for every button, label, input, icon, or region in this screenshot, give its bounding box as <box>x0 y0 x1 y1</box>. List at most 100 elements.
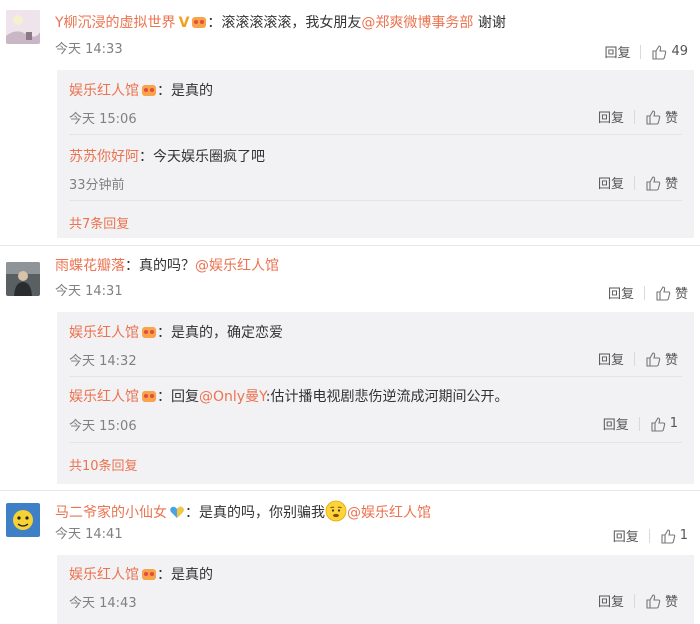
more-replies-link[interactable]: 共7条回复 <box>69 213 129 232</box>
comment-time: 今天 14:31 <box>55 284 123 299</box>
like-count: 49 <box>671 44 688 59</box>
fan-badge-icon <box>142 85 156 96</box>
action-divider <box>640 44 642 59</box>
comment-actions: 回复 1 <box>613 526 688 545</box>
reply-item: 娱乐红人馆 ：是真的 今天 15:06 回复 赞 <box>57 70 694 132</box>
fan-badge-icon <box>142 569 156 580</box>
reply-button[interactable]: 回复 <box>598 107 624 126</box>
comment-actions: 回复 赞 <box>608 283 688 302</box>
comment-text-after: 谢谢 <box>473 15 506 31</box>
like-button[interactable]: 赞 <box>645 591 678 610</box>
comment-username[interactable]: 马二爷家的小仙女 <box>55 505 167 521</box>
reply-actions: 回复 1 <box>603 414 678 433</box>
reply-item: 苏苏你好阿：今天娱乐圈疯了吧 33分钟前 回复 赞 <box>57 136 694 198</box>
avatar-image <box>6 262 40 296</box>
like-button[interactable]: 赞 <box>645 349 678 368</box>
action-divider <box>638 416 640 431</box>
reply-time: 今天 14:43 <box>69 596 137 611</box>
more-replies-link[interactable]: 共10条回复 <box>69 455 138 474</box>
reply-time: 33分钟前 <box>69 178 125 193</box>
like-label: 赞 <box>664 111 678 126</box>
like-button[interactable]: 赞 <box>645 173 678 192</box>
comment-username[interactable]: Y柳沉浸的虚拟世界 <box>55 15 176 31</box>
reply-list: 娱乐红人馆 ：是真的 今天 14:43 回复 赞 <box>57 555 694 624</box>
action-divider <box>648 528 650 543</box>
mention-link[interactable]: @Only曼Y <box>199 389 266 405</box>
reply-username[interactable]: 娱乐红人馆 <box>69 325 139 341</box>
reply-item: 娱乐红人馆 ：回复@Only曼Y:估计播电视剧悲伤逆流成河期间公开。 今天 15:… <box>57 378 694 440</box>
avatar[interactable] <box>6 262 40 296</box>
like-label: 赞 <box>664 595 678 610</box>
reply-button[interactable]: 回复 <box>598 591 624 610</box>
reply-button[interactable]: 回复 <box>598 349 624 368</box>
action-divider <box>643 285 645 300</box>
mention-link[interactable]: @娱乐红人馆 <box>347 505 431 521</box>
reply-divider <box>69 442 682 443</box>
like-label: 赞 <box>664 353 678 368</box>
reply-text: :估计播电视剧悲伤逆流成河期间公开。 <box>265 389 509 405</box>
reply-button[interactable]: 回复 <box>604 42 630 61</box>
comment-separator <box>0 245 700 246</box>
comment-line: Y柳沉浸的虚拟世界 V ：滚滚滚滚滚，我女朋友@郑爽微博事务部 谢谢 <box>55 14 506 32</box>
thumbs-up-icon <box>651 416 665 432</box>
reply-button[interactable]: 回复 <box>603 414 629 433</box>
comment-text: ：滚滚滚滚滚，我女朋友 <box>207 15 362 31</box>
mention-link[interactable]: @娱乐红人馆 <box>195 258 279 274</box>
avatar-image <box>6 10 40 44</box>
comment-line: 雨蝶花瓣落：真的吗？@娱乐红人馆 <box>55 257 279 275</box>
thumbs-up-icon <box>661 528 675 544</box>
avatar[interactable] <box>6 503 40 537</box>
like-label: 赞 <box>664 177 678 192</box>
reply-text: ：今天娱乐圈疯了吧 <box>139 149 265 165</box>
reply-item: 娱乐红人馆 ：是真的，确定恋爱 今天 14:32 回复 赞 <box>57 312 694 374</box>
fan-badge-icon <box>192 17 207 28</box>
worried-face-emoji-icon <box>325 500 347 522</box>
action-divider <box>633 175 635 190</box>
action-divider <box>633 109 635 124</box>
heart-badge-icon <box>170 506 184 518</box>
reply-item: 娱乐红人馆 ：是真的 今天 14:43 回复 赞 <box>57 555 694 624</box>
avatar[interactable] <box>6 10 40 44</box>
like-button[interactable]: 赞 <box>645 107 678 126</box>
verified-badge-icon: V <box>178 15 190 31</box>
action-divider <box>633 351 635 366</box>
comment-text: ：真的吗？ <box>125 258 195 274</box>
reply-actions: 回复 赞 <box>598 107 678 126</box>
like-button[interactable]: 赞 <box>655 283 688 302</box>
like-button[interactable]: 1 <box>650 416 678 432</box>
like-count: 1 <box>669 416 678 431</box>
thumbs-up-icon <box>646 109 661 125</box>
reply-text: ：是真的，确定恋爱 <box>157 325 283 341</box>
comment-separator <box>0 490 700 491</box>
reply-button[interactable]: 回复 <box>613 526 639 545</box>
like-label: 赞 <box>674 287 688 302</box>
reply-actions: 回复 赞 <box>598 349 678 368</box>
thumbs-up-icon <box>646 351 661 367</box>
reply-button[interactable]: 回复 <box>608 283 634 302</box>
reply-username[interactable]: 苏苏你好阿 <box>69 149 139 165</box>
reply-username[interactable]: 娱乐红人馆 <box>69 83 139 99</box>
like-count: 1 <box>679 528 688 543</box>
reply-button[interactable]: 回复 <box>598 173 624 192</box>
comment-username[interactable]: 雨蝶花瓣落 <box>55 258 125 274</box>
comment-actions: 回复 49 <box>604 42 688 61</box>
reply-divider <box>69 200 682 201</box>
fan-badge-icon <box>142 391 156 402</box>
reply-text: ：是真的 <box>157 567 213 583</box>
reply-username[interactable]: 娱乐红人馆 <box>69 567 139 583</box>
comment-time: 今天 14:33 <box>55 42 123 57</box>
comment-line: 马二爷家的小仙女 ：是真的吗，你别骗我 @娱乐红人馆 <box>55 500 431 522</box>
reply-list: 娱乐红人馆 ：是真的，确定恋爱 今天 14:32 回复 赞 娱乐红人馆 ：回复@On… <box>57 312 694 484</box>
comment-time: 今天 14:41 <box>55 527 123 542</box>
mention-link[interactable]: @郑爽微博事务部 <box>361 15 473 31</box>
thumbs-up-icon <box>646 593 661 609</box>
thumbs-up-icon <box>652 44 667 60</box>
reply-username[interactable]: 娱乐红人馆 <box>69 389 139 405</box>
reply-text-prefix: ：回复 <box>157 389 199 405</box>
like-button[interactable]: 49 <box>651 44 688 60</box>
like-button[interactable]: 1 <box>660 528 688 544</box>
comment-text: ：是真的吗，你别骗我 <box>185 505 325 521</box>
thumbs-up-icon <box>646 175 661 191</box>
reply-text: ：是真的 <box>157 83 213 99</box>
avatar-image <box>6 503 40 537</box>
